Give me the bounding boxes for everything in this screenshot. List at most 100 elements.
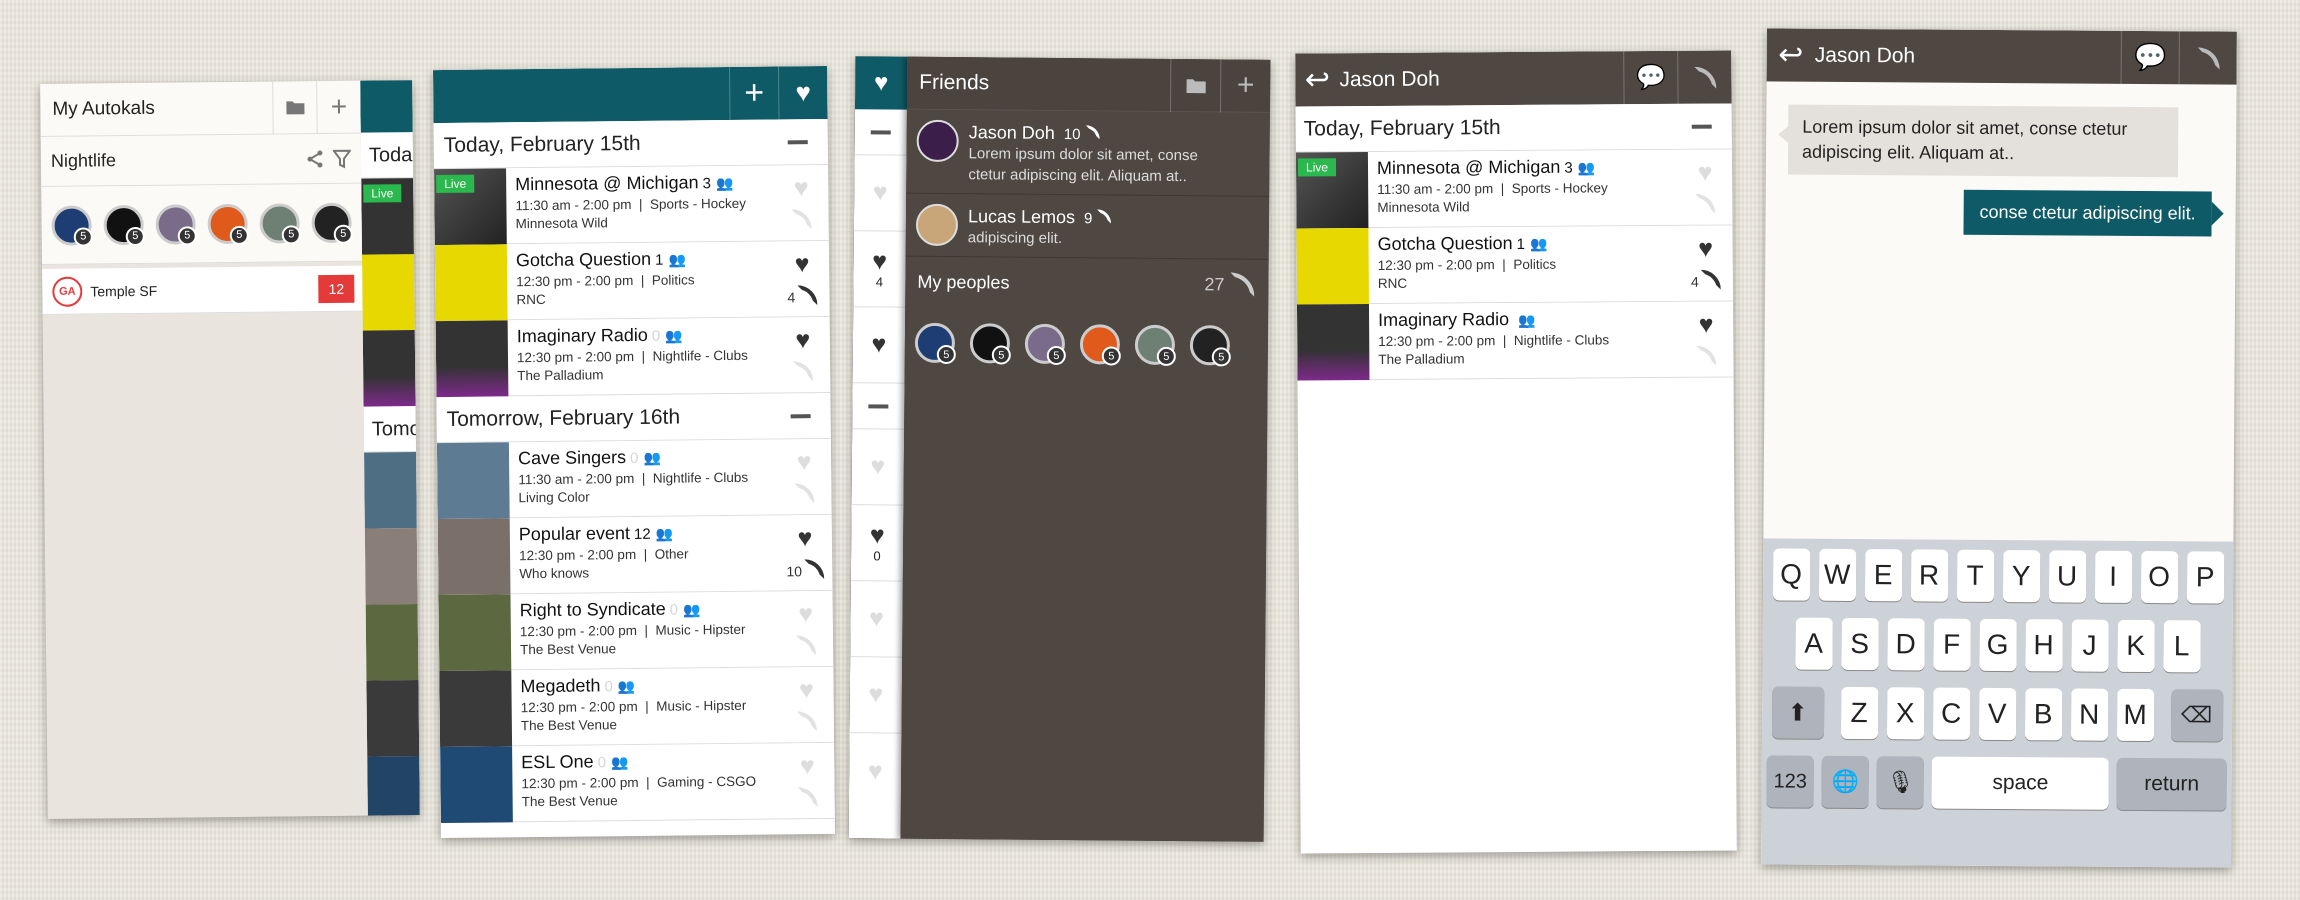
heart-icon[interactable]: ♥ (800, 752, 815, 780)
heart-icon[interactable]: ♥ (797, 448, 812, 476)
heart-icon[interactable]: ♥ (873, 178, 888, 206)
collapse-icon[interactable] (1691, 124, 1712, 129)
key-j[interactable]: J (2070, 619, 2109, 672)
autokal-avatar[interactable]: 5 (207, 203, 249, 245)
chat-button[interactable]: 💬 (2120, 30, 2179, 85)
key-u[interactable]: U (2048, 550, 2086, 603)
key-o[interactable]: O (2140, 550, 2178, 604)
friend-row[interactable]: Jason Doh 10 Lorem ipsum dolor sit amet,… (906, 109, 1270, 197)
back-button[interactable]: ↩ (1767, 28, 1815, 81)
key-n[interactable]: N (2070, 688, 2108, 741)
globe-key[interactable]: 🌐 (1821, 755, 1870, 809)
favorites-button[interactable]: ♥ (777, 65, 828, 120)
key-y[interactable]: Y (2002, 550, 2040, 603)
add-friend-button[interactable]: + (1219, 58, 1271, 113)
key-p[interactable]: P (2186, 551, 2224, 604)
mic-key[interactable]: 🎙 (1876, 756, 1925, 809)
key-g[interactable]: G (1978, 618, 2017, 672)
key-s[interactable]: S (1840, 617, 1879, 671)
event-thumbnail (1296, 304, 1370, 381)
back-button[interactable]: ↩ (1295, 53, 1339, 106)
heart-icon[interactable]: ♥ (794, 174, 809, 202)
key-q[interactable]: Q (1772, 548, 1810, 601)
event-row[interactable]: Cave Singers 0 👥 11:30 am - 2:00 pm | Nig… (436, 438, 832, 520)
heart-icon[interactable]: ♥ (868, 757, 883, 785)
folder-button[interactable] (272, 80, 317, 135)
key-d[interactable]: D (1886, 618, 1925, 671)
collapse-icon[interactable] (868, 403, 889, 409)
collapse-icon[interactable] (790, 413, 811, 418)
autokal-avatar[interactable]: 5 (914, 323, 956, 365)
key-b[interactable]: B (2024, 688, 2062, 741)
backspace-key[interactable]: ⌫ (2170, 689, 2223, 742)
return-key[interactable]: return (2116, 757, 2227, 811)
autokal-avatar[interactable]: 5 (1189, 325, 1231, 367)
key-a[interactable]: A (1794, 617, 1833, 670)
attendee-count: 1 (1516, 235, 1526, 253)
key-f[interactable]: F (1932, 618, 1971, 671)
add-button[interactable]: + (728, 66, 779, 120)
collapse-icon[interactable] (870, 129, 891, 135)
autokal-avatar[interactable]: 5 (311, 202, 353, 244)
chat-button[interactable]: 💬 (1623, 50, 1678, 105)
key-i[interactable]: I (2094, 550, 2132, 603)
favorites-button[interactable]: ♥ (854, 56, 908, 110)
folder-button[interactable] (1169, 58, 1221, 112)
heart-icon[interactable]: ♥ (795, 326, 810, 354)
event-row[interactable]: Popular event 12 👥 12:30 pm - 2:00 pm | O… (437, 514, 833, 596)
heart-icon[interactable]: ♥ (798, 600, 813, 628)
heart-icon[interactable]: ♥ (1698, 159, 1713, 187)
autokal-avatar[interactable]: 5 (51, 204, 93, 247)
event-row[interactable]: Imaginary Radio 0 👥 12:30 pm - 2:00 pm | … (435, 316, 831, 398)
key-z[interactable]: Z (1840, 686, 1878, 740)
heart-icon[interactable]: ♥ (799, 676, 814, 704)
heart-icon[interactable]: ♥ (872, 247, 887, 275)
friend-row[interactable]: Lucas Lemos 9 adipiscing elit. (905, 193, 1270, 261)
autokal-avatar[interactable]: 5 (1024, 324, 1066, 366)
autokal-avatar[interactable]: 5 (103, 204, 145, 246)
key-v[interactable]: V (1978, 687, 2016, 741)
autokal-avatar[interactable]: 5 (259, 202, 301, 244)
heart-icon[interactable]: ♥ (1699, 311, 1714, 339)
numbers-key[interactable]: 123 (1766, 755, 1814, 808)
event-row[interactable]: ESL One 0 👥 12:30 pm - 2:00 pm | Gaming -… (440, 742, 835, 824)
event-row[interactable]: Imaginary Radio 👥 12:30 pm - 2:00 pm | N… (1296, 301, 1734, 381)
shift-key[interactable]: ⬆ (1771, 686, 1824, 739)
autokal-avatar[interactable]: 5 (1079, 324, 1121, 366)
autokal-avatar[interactable]: 5 (155, 203, 197, 246)
event-row[interactable]: Gotcha Question 1 👥 12:30 pm - 2:00 pm | … (1296, 225, 1733, 305)
event-row[interactable]: Live Minnesota @ Michigan 3 👥 11:30 am - … (434, 164, 829, 246)
filter-icon[interactable] (332, 148, 352, 168)
heart-icon[interactable]: ♥ (869, 604, 884, 632)
heart-icon[interactable]: ♥ (868, 680, 883, 708)
heart-icon[interactable]: ♥ (870, 521, 885, 549)
heart-icon[interactable]: ♥ (870, 452, 885, 480)
heart-icon[interactable]: ♥ (871, 330, 886, 358)
key-h[interactable]: H (2024, 619, 2063, 672)
subscribe-button[interactable] (1677, 50, 1732, 104)
autokal-avatar[interactable]: 5 (969, 323, 1011, 365)
subscribe-button[interactable] (2178, 31, 2237, 85)
space-key[interactable]: space (1931, 756, 2109, 810)
key-m[interactable]: M (2116, 688, 2154, 742)
heart-icon[interactable]: ♥ (794, 250, 809, 278)
key-w[interactable]: W (1818, 548, 1856, 602)
heart-icon[interactable]: ♥ (797, 524, 812, 552)
list-item[interactable]: GA Temple SF 12 (42, 265, 363, 315)
add-button[interactable]: + (316, 80, 361, 134)
event-row[interactable]: Right to Syndicate 0 👥 12:30 pm - 2:00 pm… (438, 590, 834, 672)
event-row[interactable]: Live Minnesota @ Michigan 3 👥 11:30 am - … (1295, 149, 1733, 229)
event-row[interactable]: Megadeth 0 👥 12:30 pm - 2:00 pm | Music -… (439, 666, 835, 748)
key-l[interactable]: L (2162, 620, 2201, 673)
collapse-icon[interactable] (787, 139, 808, 144)
autokal-avatar[interactable]: 5 (1134, 324, 1176, 367)
key-t[interactable]: T (1956, 549, 1994, 602)
key-e[interactable]: E (1864, 549, 1902, 602)
key-c[interactable]: C (1932, 687, 1970, 740)
key-k[interactable]: K (2116, 619, 2155, 673)
event-row[interactable]: Gotcha Question 1 👥 12:30 pm - 2:00 pm | … (434, 240, 830, 322)
share-icon[interactable] (305, 148, 325, 168)
key-r[interactable]: R (1910, 549, 1948, 602)
key-x[interactable]: X (1886, 687, 1924, 740)
heart-icon[interactable]: ♥ (1698, 235, 1713, 263)
